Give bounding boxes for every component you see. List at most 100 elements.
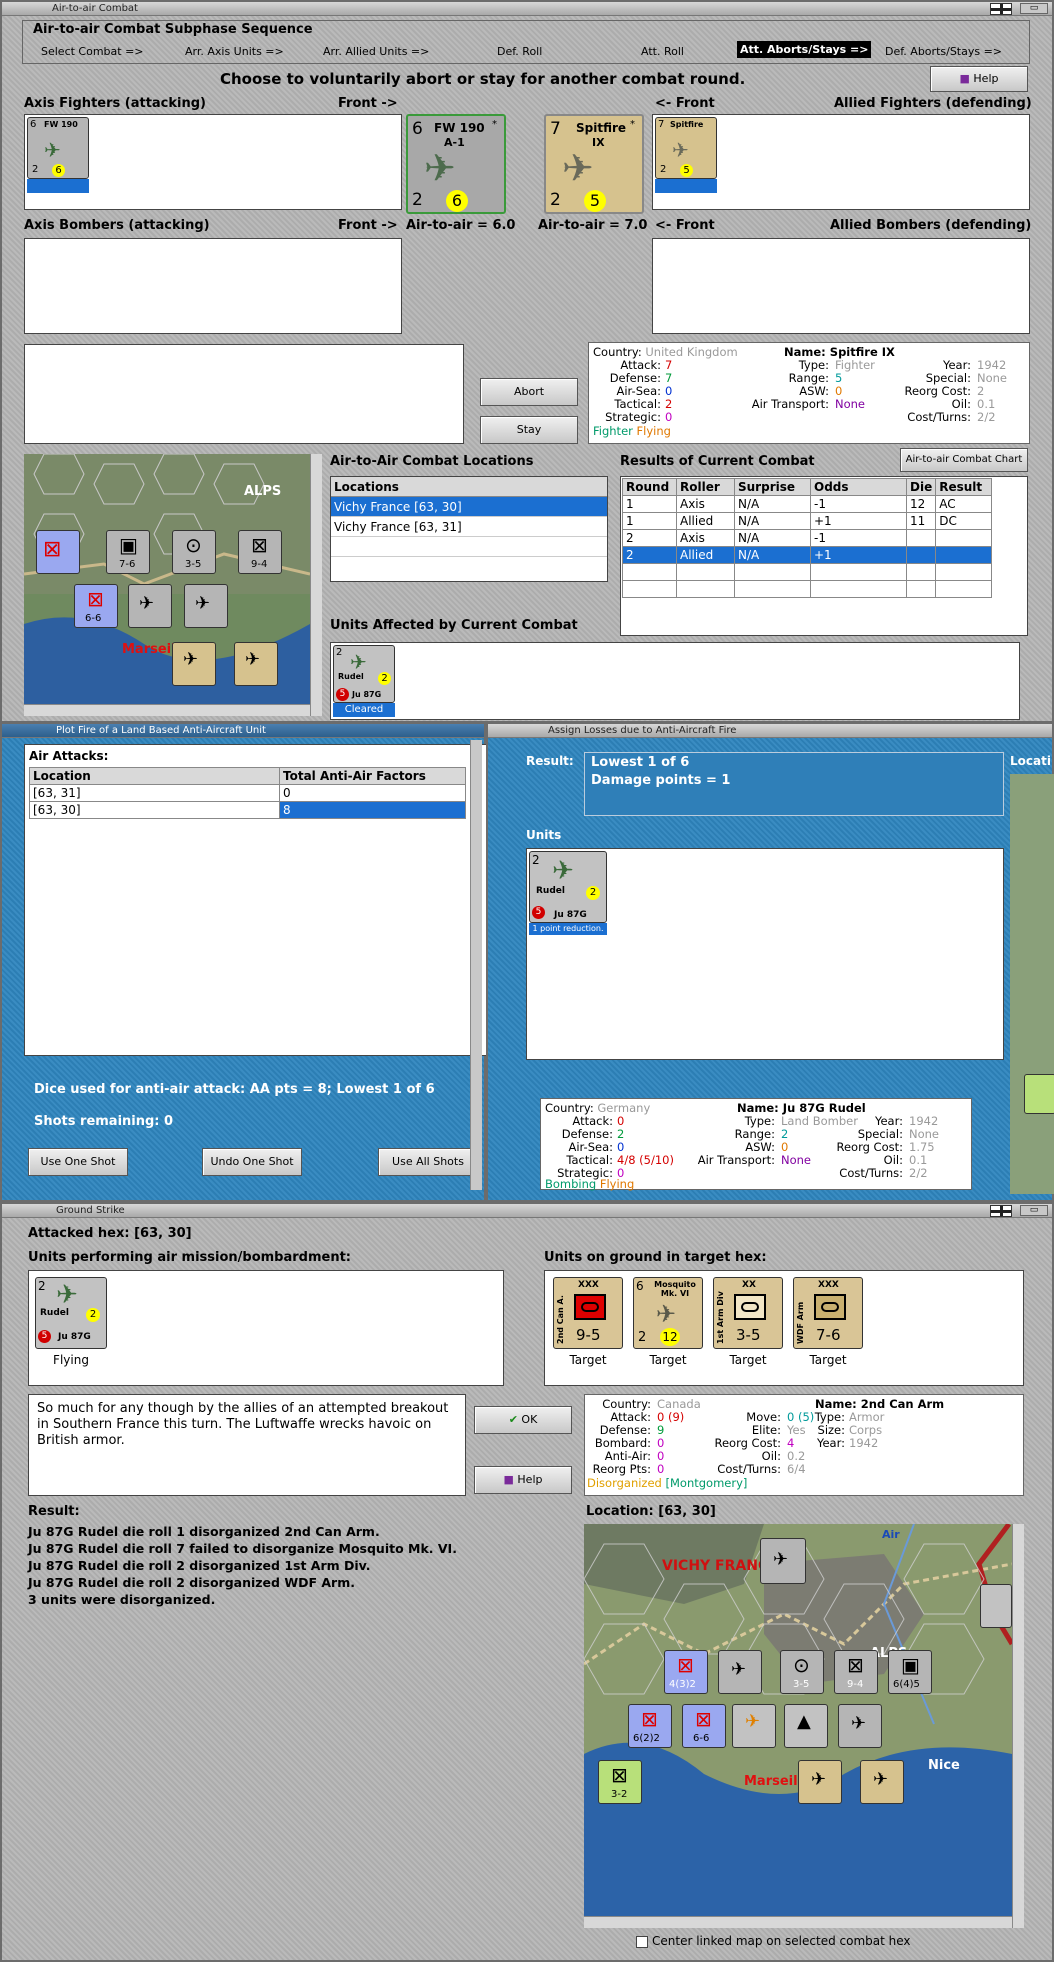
target-counter-wdf-arm[interactable]: WDF Arm XXX 7-6 [793,1277,863,1349]
affected-units-list[interactable]: 2 ✈ Rudel 5 Ju 87G 2 Cleared [330,642,1020,720]
map-counter-fw190[interactable]: ✈ [718,1650,762,1694]
affected-unit-counter[interactable]: 2 ✈ Rudel 5 Ju 87G 2 [333,645,395,703]
target-counter-2nd-can[interactable]: 2nd Can A. XXX 9-5 [553,1277,623,1349]
ground-strike-titlebar[interactable]: Ground Strike [2,1204,1052,1218]
aa-vscroll[interactable] [470,740,482,1190]
info-country: Germany [597,1101,651,1115]
cell: -1 [810,495,907,513]
map-counter-blue-2[interactable]: ⊠ 6-6 [74,584,118,628]
stay-button[interactable]: Stay [480,416,578,444]
mini-map-hscroll[interactable] [24,704,310,716]
info-oil: 0.1 [977,397,996,411]
location-row-selected[interactable]: Vichy France [63, 30] [331,497,607,517]
ok-button[interactable]: ✔ OK [474,1406,572,1434]
losses-map[interactable] [1010,774,1054,1194]
window-controls[interactable]: ▭ [1020,1205,1048,1216]
map-counter-blue-4[interactable]: ⊠ 6-6 [682,1704,726,1748]
aa-row-selected[interactable]: [63, 30] 8 [29,801,466,819]
map-counter-fw190[interactable]: ✈ [128,584,172,628]
use-all-shots-button[interactable]: Use All Shots [378,1148,478,1176]
map-counter-infantry-gray[interactable]: ⊠ 9-4 [834,1650,878,1694]
a2a-chart-button[interactable]: Air-to-air Combat Chart [900,448,1028,472]
map-counter-beaufighter[interactable]: ✈ [860,1760,904,1804]
performing-units-list[interactable]: 2 ✈ Rudel 5 Ju 87G 2 Flying [28,1270,504,1386]
results-row-selected[interactable]: 2 Allied N/A +1 [622,546,993,564]
ground-strike-map[interactable]: VICHY FRANCE ALPS Marseil Nice Air ✈ ⊠4(… [584,1524,1012,1928]
map-counter-stuka[interactable] [980,1584,1012,1628]
losses-units-list[interactable]: 2 ✈ Rudel 5 Ju 87G 2 1 point reduction. [526,848,1004,1060]
info-move: 0 (5) [787,1410,815,1424]
window-title: Ground Strike [56,1205,125,1216]
map-counter-armor-gray[interactable]: ▣ 6(4)5 [888,1650,932,1694]
cell: 0 [279,784,466,802]
results-row[interactable]: 2 Axis N/A -1 [622,529,993,547]
map-counter-recon[interactable]: ⊙ 3-5 [780,1650,824,1694]
phase-att-aborts-current: Att. Aborts/Stays => [737,41,872,58]
target-units-list[interactable]: 2nd Can A. XXX 9-5 Target 6 Mosquito Mk.… [544,1270,1024,1386]
window-title: Plot Fire of a Land Based Anti-Aircraft … [56,725,266,736]
results-header: Odds [810,478,907,496]
allied-fighters-list[interactable]: 7 Spitfire ✈ 2 5 [652,114,1030,210]
big-counter-star: * [492,119,497,130]
cell: 12 [905,495,937,513]
map-counter-rudel[interactable]: ✈ [732,1704,776,1748]
results-row[interactable]: 1 Axis N/A -1 12 AC [622,495,993,513]
map-counter-infantry[interactable]: ⊠ [36,530,80,574]
phase-def-roll: Def. Roll [497,45,543,58]
help-button[interactable]: ■ Help [930,66,1028,92]
map-counter-fw190-2[interactable]: ✈ [838,1704,882,1748]
air-to-air-titlebar[interactable]: Air-to-air Combat [2,2,1052,16]
axis-fighter-counter[interactable]: 6 FW 190 ✈ 2 6 [27,117,89,179]
map-counter-bf110[interactable]: ✈ [760,1538,806,1584]
plane-icon: ✈ [552,856,574,886]
axis-fighters-list[interactable]: 6 FW 190 ✈ 2 6 [24,114,402,210]
big-counter-star: * [630,119,635,130]
combat-mini-map[interactable]: ALPS Marseil ⊠ ▣ 7-6 ⊙ 3-5 ⊠ 9-4 ⊠ 6-6 ✈ ✈ ✈… [24,454,310,716]
results-row-empty [622,563,993,581]
info-label: Attack: [620,358,661,372]
use-one-shot-button[interactable]: Use One Shot [28,1148,128,1176]
map-counter-german-4[interactable]: ▲ [784,1704,828,1748]
info-label: Tactical: [566,1153,613,1167]
map-counter-infantry-blue[interactable]: ⊠ 4(3)2 [664,1650,708,1694]
map-counter-whirlwind[interactable]: ✈ [234,642,278,686]
map-counter-fw190-2[interactable]: ✈ [184,584,228,628]
ground-map-hscroll[interactable] [584,1916,1012,1928]
results-row[interactable]: 1 Allied N/A +1 11 DC [622,512,993,530]
map-counter-recon[interactable]: ⊙ 3-5 [172,530,216,574]
map-counter-armor[interactable]: ▣ 7-6 [106,530,150,574]
axis-bombers-list[interactable] [24,238,402,334]
info-airtrans: None [781,1153,812,1167]
axis-fighter-big-counter[interactable]: 6 FW 190 A-1 * ✈ 2 6 [406,114,506,214]
losses-unit-counter[interactable]: 2 ✈ Rudel 5 Ju 87G 2 [529,851,607,923]
ground-help-button[interactable]: ■ Help [474,1466,572,1494]
map-counter-typhoon[interactable]: ✈ [172,642,216,686]
plot-aa-titlebar[interactable]: Plot Fire of a Land Based Anti-Aircraft … [2,724,484,738]
ground-unit-info-panel: Country: Canada Attack: 0 (9) Defense: 9… [584,1394,1024,1496]
map-counter-infantry-2[interactable]: ⊠ 9-4 [238,530,282,574]
window-controls[interactable]: ▭ [1020,3,1048,14]
ground-note-box[interactable]: So much for any though by the allies of … [28,1394,466,1496]
assign-losses-titlebar[interactable]: Assign Losses due to Anti-Aircraft Fire [488,724,1052,738]
center-map-checkbox[interactable] [636,1936,648,1948]
map-counter-green[interactable]: ⊠ 3-2 [598,1760,642,1804]
allied-bombers-list[interactable] [652,238,1030,334]
target-counter-mosquito[interactable]: 6 Mosquito Mk. VI ✈ 2 12 [633,1277,703,1349]
map-counter-green[interactable] [1024,1074,1054,1114]
performing-unit-counter[interactable]: 2 ✈ Rudel 5 Ju 87G 2 [35,1277,107,1349]
ground-map-vscroll[interactable] [1012,1524,1024,1928]
armor-symbol-icon [734,1294,766,1320]
map-counter-spitfire[interactable]: ✈ [798,1760,842,1804]
abort-button[interactable]: Abort [480,378,578,406]
undo-one-shot-button[interactable]: Undo One Shot [202,1148,302,1176]
front-right-label-2: Front -> [338,218,398,233]
location-row[interactable]: Vichy France [63, 31] [331,517,607,537]
allied-fighter-big-counter[interactable]: 7 Spitfire IX * ✈ 2 5 [544,114,644,214]
allied-fighter-counter[interactable]: 7 Spitfire ✈ 2 5 [655,117,717,179]
cell: +1 [810,546,907,564]
mini-map-vscroll[interactable] [310,454,322,716]
target-counter-1st-arm[interactable]: 1st Arm Div XX 3-5 [713,1277,783,1349]
aa-row[interactable]: [63, 31] 0 [29,784,466,802]
info-year: 1942 [977,358,1007,372]
map-counter-blue-3[interactable]: ⊠ 6(2)2 [628,1704,672,1748]
